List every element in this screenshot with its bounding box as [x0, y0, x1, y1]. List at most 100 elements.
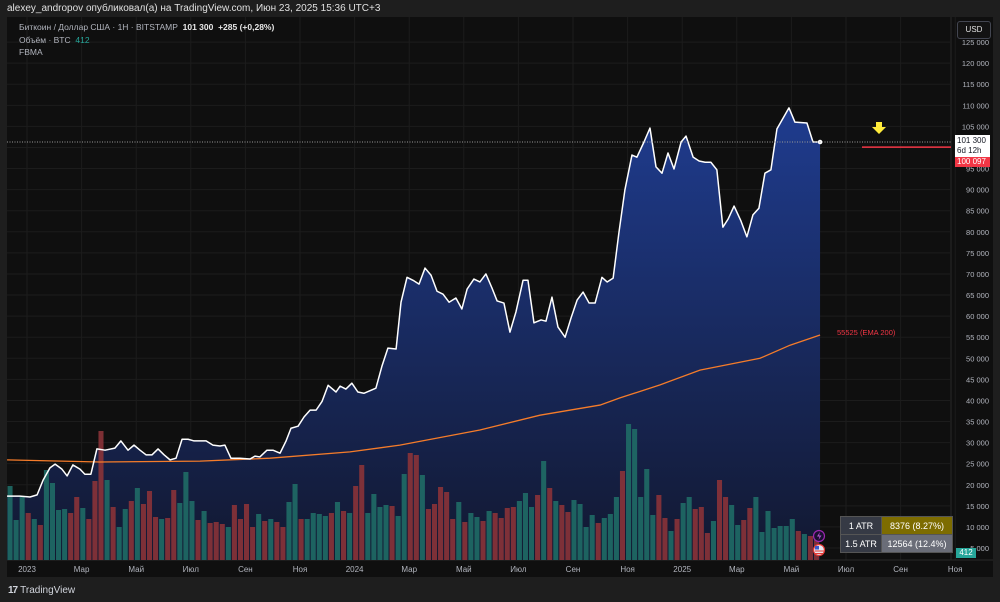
x-tick-label: 2024 [346, 565, 364, 574]
volume-bar-down [86, 519, 92, 560]
publish-header: alexey_andropov опубликовал(а) на Tradin… [7, 3, 381, 14]
volume-bar-down [656, 495, 662, 560]
volume-bar-up [56, 510, 62, 560]
indicator-legend[interactable]: FBMA [19, 47, 43, 57]
volume-bar-up [371, 494, 377, 560]
volume-bar-up [225, 527, 231, 560]
x-tick-label: Май [456, 565, 472, 574]
volume-bar-down [413, 455, 419, 560]
y-tick-label: 50 000 [966, 354, 989, 363]
volume-bar-up [347, 513, 353, 560]
volume-bar-up [286, 502, 292, 560]
volume-bar-up [668, 531, 674, 560]
volume-bar-down [92, 481, 98, 560]
volume-bar-up [365, 513, 371, 560]
x-tick-label: Ноя [948, 565, 963, 574]
volume-bar-down [698, 507, 704, 560]
currency-button[interactable]: USD [957, 21, 991, 39]
x-tick-label: Мар [74, 565, 90, 574]
volume-bar-up [304, 519, 310, 560]
volume-bar-down [704, 533, 710, 560]
volume-bar-down [431, 504, 438, 560]
x-tick-label: 2023 [18, 565, 36, 574]
y-tick-label: 105 000 [962, 122, 989, 131]
y-tick-label: 70 000 [966, 270, 989, 279]
volume-bar-down [298, 519, 304, 560]
volume-bar-up [62, 509, 68, 560]
volume-bar-up [771, 528, 777, 560]
x-tick-label: Май [784, 565, 800, 574]
x-tick-label: Мар [729, 565, 745, 574]
y-tick-label: 85 000 [966, 207, 989, 216]
y-tick-label: 15 000 [966, 502, 989, 511]
volume-bar-down [498, 518, 504, 560]
volume-bar-down [165, 518, 171, 560]
x-tick-label: Май [128, 565, 144, 574]
tradingview-logo[interactable]: 17 TradingView [8, 585, 75, 596]
volume-bar-up [383, 505, 389, 560]
volume-bar-up [783, 526, 789, 560]
volume-bar-down [262, 521, 268, 560]
volume-bar-down [353, 486, 359, 560]
volume-bar-up [189, 501, 195, 560]
volume-bar-up [765, 511, 771, 560]
price-chart[interactable]: 125 000 120 000 115 000 110 000 105 000 100 0… [7, 17, 993, 577]
volume-bar-down [37, 525, 43, 560]
volume-bar-up [522, 493, 528, 560]
volume-bar-up [334, 502, 341, 560]
volume-bar-up [553, 501, 559, 560]
volume-bar-up [104, 480, 110, 560]
volume-bar-up [801, 534, 807, 560]
volume-bar-up [589, 515, 595, 560]
volume-bar-up [159, 519, 165, 560]
chart-panel[interactable]: 125 000 120 000 115 000 110 000 105 000 100 0… [7, 17, 993, 577]
volume-bar-up [13, 520, 19, 560]
volume-bar-down [723, 497, 729, 560]
volume-bar-down [359, 465, 365, 560]
volume-axis-badge: 412 [956, 548, 976, 558]
volume-bar-down [110, 507, 116, 560]
volume-bar-down [438, 487, 444, 560]
volume-bar-down [807, 536, 814, 560]
volume-legend[interactable]: Объём · BTC 412 [19, 35, 90, 45]
y-tick-label: 75 000 [966, 249, 989, 258]
volume-bar-down [450, 519, 456, 560]
volume-bar-up [122, 509, 128, 560]
volume-value: 412 [75, 35, 90, 45]
volume-bar-down [444, 492, 450, 560]
volume-bar-up [789, 519, 795, 560]
us-flag-icon-canton [815, 546, 819, 550]
last-price: 101 300 [182, 22, 214, 32]
x-tick-label: Июл [838, 565, 855, 574]
volume-bar-down [462, 522, 468, 560]
symbol-legend[interactable]: Биткоин / Доллар США · 1H · BITSTAMP 101… [19, 22, 274, 32]
volume-bar-up [419, 475, 425, 560]
y-tick-label: 125 000 [962, 38, 989, 47]
volume-label: Объём · BTC [19, 35, 71, 45]
volume-bar-down [619, 471, 626, 560]
volume-bar-up [80, 508, 86, 560]
volume-bar-up [516, 501, 522, 560]
volume-bar-up [729, 505, 735, 560]
volume-bar-down [328, 513, 334, 560]
volume-bar-up [541, 461, 547, 560]
volume-bar-up [116, 527, 122, 560]
volume-bar-down [795, 531, 801, 560]
x-tick-label: Июл [510, 565, 527, 574]
volume-bar-down [747, 508, 753, 560]
volume-bar-up [607, 514, 613, 560]
x-tick-label: Мар [401, 565, 417, 574]
x-tick-label: Сен [893, 565, 908, 574]
x-tick-label: Сен [566, 565, 581, 574]
volume-bar-down [74, 497, 80, 560]
current-price-label: 101 300 6d 12h [955, 135, 990, 157]
volume-bar-down [68, 513, 74, 560]
volume-bar-down [195, 520, 201, 560]
volume-bar-up [486, 511, 492, 560]
y-tick-label: 45 000 [966, 375, 989, 384]
volume-bar-down [692, 509, 698, 560]
y-tick-label: 115 000 [962, 80, 989, 89]
atr-label: 1 ATR [840, 516, 882, 535]
y-tick-label: 30 000 [966, 439, 989, 448]
volume-bar-up [401, 474, 407, 560]
